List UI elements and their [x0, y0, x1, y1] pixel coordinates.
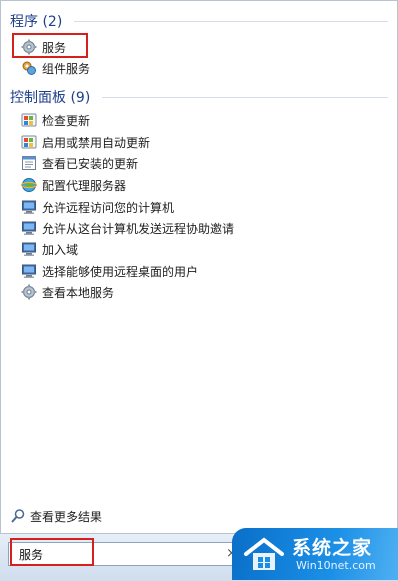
see-more-results-link[interactable]: 查看更多结果 — [10, 506, 102, 526]
programs-group-header[interactable]: 程序 (2) — [10, 11, 388, 31]
windows-update-icon — [21, 135, 37, 149]
cp-item-label: 启用或禁用自动更新 — [42, 135, 151, 150]
cp-item-installed-updates[interactable]: 查看已安装的更新 — [21, 153, 138, 173]
cp-item-label: 加入域 — [42, 242, 79, 257]
cp-item-remote-access[interactable]: 允许远程访问您的计算机 — [21, 197, 174, 217]
see-more-results-label: 查看更多结果 — [30, 509, 103, 524]
windows-update-icon — [21, 113, 37, 127]
program-item-component-services[interactable]: 组件服务 — [21, 58, 90, 78]
group-divider — [74, 20, 388, 22]
watermark-title: 系统之家 — [292, 537, 373, 559]
search-icon — [11, 509, 25, 523]
system-icon — [22, 264, 36, 278]
cp-item-check-updates[interactable]: 检查更新 — [21, 110, 90, 130]
watermark-url: Win10net.com — [296, 559, 376, 572]
cp-item-remote-desktop-users[interactable]: 选择能够使用远程桌面的用户 — [21, 261, 198, 281]
system-icon — [22, 200, 36, 214]
system-icon — [22, 242, 36, 256]
internet-options-icon — [21, 178, 37, 192]
cp-item-label: 查看本地服务 — [42, 285, 115, 300]
house-logo-icon — [244, 537, 284, 570]
cp-item-label: 检查更新 — [42, 113, 91, 128]
cp-item-auto-update[interactable]: 启用或禁用自动更新 — [21, 132, 150, 152]
highlight-box-search — [10, 538, 94, 566]
installed-updates-icon — [22, 156, 36, 170]
highlight-box-services — [12, 33, 88, 58]
start-search-results-panel: 程序 (2) 服务 组件服务 控制面板 (9) 检查更新 启用或禁用自动更新 查… — [0, 0, 398, 534]
watermark-logo: 系统之家 Win10net.com — [232, 528, 398, 580]
cp-item-label: 查看已安装的更新 — [42, 156, 139, 171]
cp-item-local-services[interactable]: 查看本地服务 — [21, 282, 114, 302]
programs-group-title: 程序 (2) — [10, 14, 63, 30]
control-panel-group-header[interactable]: 控制面板 (9) — [10, 87, 388, 107]
group-divider — [102, 96, 388, 98]
system-icon — [22, 221, 36, 235]
cp-item-proxy-server[interactable]: 配置代理服务器 — [21, 175, 126, 195]
cp-item-label: 选择能够使用远程桌面的用户 — [42, 264, 199, 279]
program-item-label: 组件服务 — [42, 61, 91, 76]
cp-item-label: 允许远程访问您的计算机 — [42, 200, 175, 215]
gears-icon — [21, 284, 37, 300]
cp-item-label: 配置代理服务器 — [42, 178, 127, 193]
cp-item-join-domain[interactable]: 加入域 — [21, 239, 78, 259]
cp-item-remote-assistance[interactable]: 允许从这台计算机发送远程协助邀请 — [21, 218, 234, 238]
cp-item-label: 允许从这台计算机发送远程协助邀请 — [42, 221, 235, 236]
component-services-icon — [22, 61, 36, 75]
control-panel-group-title: 控制面板 (9) — [10, 90, 91, 106]
